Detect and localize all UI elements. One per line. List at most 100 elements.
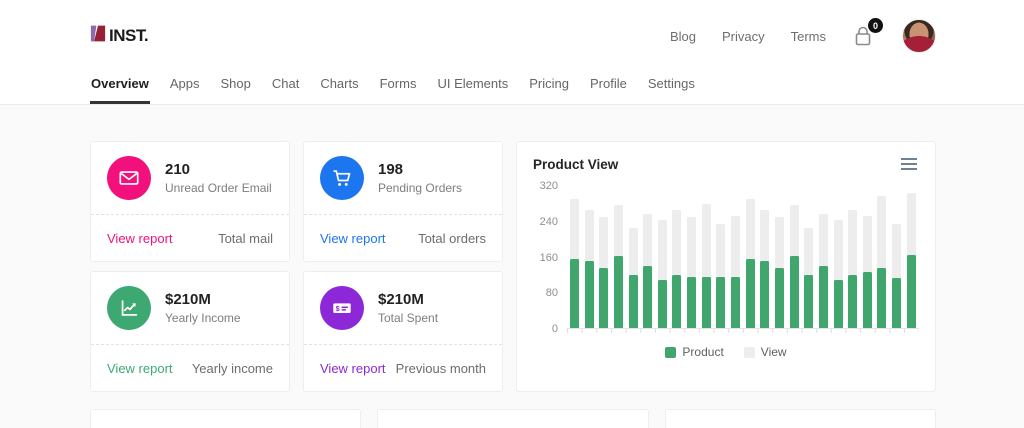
line-chart-icon	[107, 286, 151, 330]
product-bar	[833, 280, 843, 328]
chart-title: Product View	[533, 156, 619, 172]
tab-forms[interactable]: Forms	[379, 76, 418, 104]
stat-note: Yearly income	[191, 360, 273, 376]
product-bar	[877, 268, 887, 328]
legend-product-swatch	[665, 346, 677, 358]
bar-group	[628, 186, 638, 328]
product-bar	[672, 274, 682, 328]
product-bar	[789, 256, 799, 328]
product-bar	[862, 271, 872, 328]
product-bar	[848, 274, 858, 328]
chart-legend: Product View	[533, 345, 919, 359]
stat-card-unread-email: 210 Unread Order Email View report Total…	[90, 141, 290, 262]
product-bar	[657, 280, 667, 328]
tab-profile[interactable]: Profile	[589, 76, 628, 104]
stat-label: Pending Orders	[378, 181, 463, 195]
partial-card-3	[664, 409, 936, 428]
x-axis-ticks	[567, 329, 919, 333]
stat-label: Unread Order Email	[165, 181, 272, 195]
bar-group	[643, 186, 653, 328]
partial-card-1	[90, 409, 362, 428]
product-bar	[599, 268, 609, 328]
nav-link-blog[interactable]: Blog	[670, 29, 696, 44]
view-report-link[interactable]: View report	[320, 231, 386, 246]
partial-card-2	[377, 409, 649, 428]
logo-text: INST.	[109, 26, 149, 45]
stat-note: Total orders	[418, 230, 486, 246]
tab-shop[interactable]: Shop	[219, 76, 251, 104]
tab-apps[interactable]: Apps	[169, 76, 201, 104]
legend-view-swatch	[743, 346, 755, 358]
product-bar	[745, 259, 755, 328]
bar-group	[862, 186, 872, 328]
tab-settings[interactable]: Settings	[647, 76, 696, 104]
logo-shard-icon	[90, 24, 106, 48]
bottom-card-row	[90, 409, 936, 428]
product-bar	[643, 265, 653, 328]
stat-card-pending-orders: 198 Pending Orders View report Total ord…	[303, 141, 503, 262]
product-bar	[774, 268, 784, 328]
product-bar	[687, 276, 697, 328]
logo[interactable]: INST.	[90, 24, 149, 48]
bar-group	[892, 186, 902, 328]
product-view-chart-card: Product View 320 240 160 80 0 Product View	[516, 141, 936, 392]
tab-chat[interactable]: Chat	[271, 76, 300, 104]
tab-pricing[interactable]: Pricing	[528, 76, 570, 104]
header: INST. Blog Privacy Terms 0 Overview Apps…	[0, 0, 1024, 105]
stat-value: $210M	[378, 291, 424, 308]
bar-group	[848, 186, 858, 328]
tab-charts[interactable]: Charts	[319, 76, 359, 104]
bar-group	[789, 186, 799, 328]
bar-group	[774, 186, 784, 328]
stat-card-total-spent: $ $210M Total Spent View report Previous…	[303, 271, 503, 392]
product-bar	[613, 256, 623, 328]
bar-group	[716, 186, 726, 328]
bar-plot	[567, 186, 919, 329]
stat-value: 210	[165, 161, 191, 178]
bar-group	[745, 186, 755, 328]
bar-group	[818, 186, 828, 328]
product-bar	[818, 265, 828, 328]
legend-view-label: View	[760, 345, 787, 359]
stat-note: Total mail	[218, 230, 273, 246]
user-avatar[interactable]	[902, 19, 936, 53]
stat-card-yearly-income: $210M Yearly Income View report Yearly i…	[90, 271, 290, 392]
nav-link-terms[interactable]: Terms	[791, 29, 826, 44]
stat-label: Yearly Income	[165, 311, 241, 325]
bar-group	[760, 186, 770, 328]
product-bar	[716, 276, 726, 328]
product-bar	[731, 276, 741, 328]
bar-group	[570, 186, 579, 328]
legend-item-view[interactable]: View	[743, 345, 787, 359]
product-bar	[584, 261, 594, 328]
bar-group	[701, 186, 711, 328]
bar-group	[687, 186, 697, 328]
bar-group	[672, 186, 682, 328]
bar-group	[877, 186, 887, 328]
stat-value: $210M	[165, 291, 211, 308]
bar-group	[804, 186, 814, 328]
nav-link-privacy[interactable]: Privacy	[722, 29, 765, 44]
product-bar	[701, 276, 711, 328]
shopping-bag-icon[interactable]: 0	[852, 18, 883, 48]
chart-menu-icon[interactable]	[899, 156, 919, 172]
shopping-cart-icon	[320, 156, 364, 200]
view-report-link[interactable]: View report	[320, 361, 386, 376]
bar-group	[906, 186, 916, 328]
stat-note: Previous month	[395, 360, 486, 376]
money-check-icon: $	[320, 286, 364, 330]
bar-group	[731, 186, 741, 328]
svg-text:$: $	[336, 304, 340, 313]
tab-overview[interactable]: Overview	[90, 76, 150, 104]
y-axis: 320 240 160 80 0	[539, 180, 558, 335]
view-report-link[interactable]: View report	[107, 361, 173, 376]
bar-group	[657, 186, 667, 328]
product-bar	[570, 259, 579, 328]
cart-badge: 0	[868, 18, 883, 33]
bar-group	[599, 186, 609, 328]
product-bar	[760, 261, 770, 328]
legend-item-product[interactable]: Product	[665, 345, 724, 359]
view-report-link[interactable]: View report	[107, 231, 173, 246]
tab-ui-elements[interactable]: UI Elements	[436, 76, 509, 104]
stat-value: 198	[378, 161, 404, 178]
